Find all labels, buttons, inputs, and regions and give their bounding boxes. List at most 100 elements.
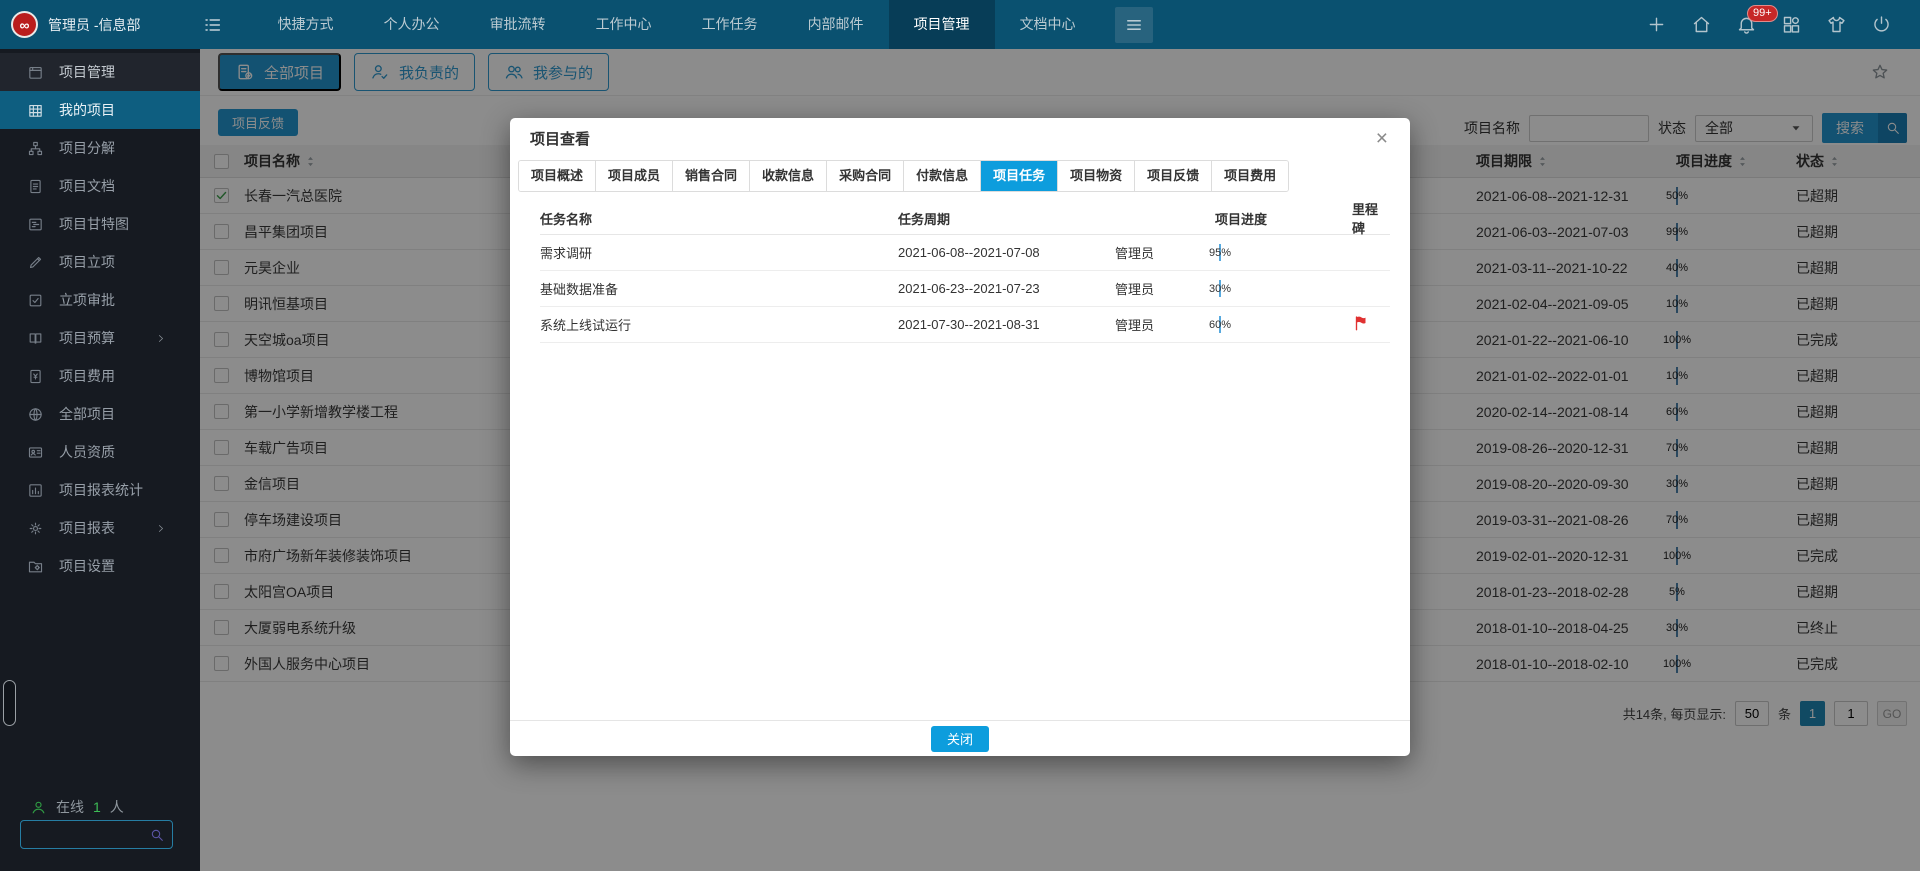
modal-tab-9[interactable]: 项目费用 <box>1212 161 1288 191</box>
nav-item-1[interactable]: 个人办公 <box>359 0 465 49</box>
modal-header: 项目查看 × <box>510 118 1410 158</box>
sidebar-item-8[interactable]: 项目费用 <box>0 357 200 395</box>
task-row[interactable]: 基础数据准备2021-06-23--2021-07-23管理员30% <box>540 271 1390 307</box>
task-name-cell: 系统上线试运行 <box>540 315 898 334</box>
task-owner-cell: 管理员 <box>1115 279 1215 298</box>
sidebar-item-5[interactable]: 项目立项 <box>0 243 200 281</box>
theme-icon[interactable] <box>1826 14 1847 35</box>
sidebar-item-13[interactable]: 项目设置 <box>0 547 200 585</box>
sidebar-collapse-handle[interactable] <box>3 680 16 726</box>
modal-tab-6[interactable]: 项目任务 <box>981 161 1058 191</box>
task-table: 任务名称 任务周期 项目进度 里程碑 需求调研2021-06-08--2021-… <box>540 199 1390 343</box>
sidebar-item-label: 项目文档 <box>59 176 115 196</box>
online-status: 在线 1 人 <box>30 797 124 817</box>
grid2-icon <box>26 102 44 119</box>
task-period-cell: 2021-06-23--2021-07-23 <box>898 281 1115 296</box>
task-milestone-cell <box>1352 314 1390 335</box>
gantt-icon <box>26 216 44 233</box>
nav-item-5[interactable]: 内部邮件 <box>783 0 889 49</box>
doc-icon <box>26 178 44 195</box>
apps-icon[interactable] <box>1781 14 1802 35</box>
sidebar-item-label: 项目报表 <box>59 518 115 538</box>
task-progress-cell: 95% <box>1215 245 1352 260</box>
sidebar-item-3[interactable]: 项目文档 <box>0 167 200 205</box>
sidebar-item-1[interactable]: 我的项目 <box>0 91 200 129</box>
nav-item-0[interactable]: 快捷方式 <box>253 0 359 49</box>
top-navbar: ∞ 管理员 -信息部 快捷方式个人办公审批流转工作中心工作任务内部邮件项目管理文… <box>0 0 1920 49</box>
sidebar-search <box>20 820 173 849</box>
col-task-milestone: 里程碑 <box>1352 199 1390 237</box>
chevron-right-icon <box>151 333 169 344</box>
home-icon[interactable] <box>1691 14 1712 35</box>
sidebar-item-label: 人员资质 <box>59 442 115 462</box>
window-icon <box>26 64 44 81</box>
sidebar-item-label: 项目立项 <box>59 252 115 272</box>
modal-tabs: 项目概述项目成员销售合同收款信息采购合同付款信息项目任务项目物资项目反馈项目费用 <box>518 160 1289 192</box>
bell-icon[interactable]: 99+ <box>1736 14 1757 35</box>
modal-tab-5[interactable]: 付款信息 <box>904 161 981 191</box>
pencil-icon <box>26 254 44 271</box>
sidebar-item-9[interactable]: 全部项目 <box>0 395 200 433</box>
sidebar-item-7[interactable]: 项目预算 <box>0 319 200 357</box>
sidebar-item-label: 立项审批 <box>59 290 115 310</box>
modal-title: 项目查看 <box>530 128 590 149</box>
task-progress-cell: 30% <box>1215 281 1352 296</box>
sidebar-item-11[interactable]: 项目报表统计 <box>0 471 200 509</box>
sidebar-item-10[interactable]: 人员资质 <box>0 433 200 471</box>
id-card-icon <box>26 444 44 461</box>
progress-bar: 95% <box>1219 244 1221 261</box>
menu-toggle-icon[interactable] <box>201 14 223 36</box>
project-view-modal: 项目查看 × 项目概述项目成员销售合同收款信息采购合同付款信息项目任务项目物资项… <box>510 118 1410 756</box>
check-square-icon <box>26 292 44 309</box>
close-icon[interactable]: × <box>1376 128 1390 149</box>
modal-close-button[interactable]: 关闭 <box>931 726 989 752</box>
sidebar-search-input[interactable] <box>21 827 149 842</box>
user-title: 管理员 -信息部 <box>48 15 141 35</box>
online-label: 在线 <box>56 797 84 817</box>
online-count: 1 <box>93 799 101 815</box>
book-icon <box>26 330 44 347</box>
nav-item-3[interactable]: 工作中心 <box>571 0 677 49</box>
app-logo: ∞ <box>11 11 38 38</box>
chevron-right-icon <box>151 523 169 534</box>
more-menu-button[interactable] <box>1115 7 1153 43</box>
online-user-icon <box>30 799 47 816</box>
col-task-name: 任务名称 <box>540 209 898 228</box>
gear-icon <box>26 520 44 537</box>
modal-tab-7[interactable]: 项目物资 <box>1058 161 1135 191</box>
modal-tab-4[interactable]: 采购合同 <box>827 161 904 191</box>
modal-tab-3[interactable]: 收款信息 <box>750 161 827 191</box>
sidebar-item-6[interactable]: 立项审批 <box>0 281 200 319</box>
task-name-cell: 需求调研 <box>540 243 898 262</box>
task-table-header: 任务名称 任务周期 项目进度 里程碑 <box>540 199 1390 235</box>
modal-tab-1[interactable]: 项目成员 <box>596 161 673 191</box>
sidebar-item-label: 项目设置 <box>59 556 115 576</box>
plus-icon[interactable] <box>1646 14 1667 35</box>
nav-item-2[interactable]: 审批流转 <box>465 0 571 49</box>
sidebar-item-label: 全部项目 <box>59 404 115 424</box>
task-progress-cell: 60% <box>1215 317 1352 332</box>
nav-item-7[interactable]: 文档中心 <box>995 0 1101 49</box>
col-task-progress: 项目进度 <box>1215 209 1352 228</box>
online-unit: 人 <box>110 797 124 817</box>
modal-tab-8[interactable]: 项目反馈 <box>1135 161 1212 191</box>
task-row[interactable]: 需求调研2021-06-08--2021-07-08管理员95% <box>540 235 1390 271</box>
modal-tab-2[interactable]: 销售合同 <box>673 161 750 191</box>
modal-footer: 关闭 <box>510 720 1410 756</box>
power-icon[interactable] <box>1871 14 1892 35</box>
sidebar-item-label: 项目分解 <box>59 138 115 158</box>
sidebar-item-0[interactable]: 项目管理 <box>0 53 200 91</box>
task-row[interactable]: 系统上线试运行2021-07-30--2021-08-31管理员60% <box>540 307 1390 343</box>
nav-item-4[interactable]: 工作任务 <box>677 0 783 49</box>
sidebar-item-12[interactable]: 项目报表 <box>0 509 200 547</box>
milestone-flag-icon <box>1352 314 1370 332</box>
nav-item-6[interactable]: 项目管理 <box>889 0 995 49</box>
progress-bar: 60% <box>1219 316 1221 333</box>
search-icon[interactable] <box>149 827 165 843</box>
sidebar-item-label: 项目甘特图 <box>59 214 129 234</box>
navbar-actions: 99+ <box>1646 14 1920 35</box>
sidebar-item-4[interactable]: 项目甘特图 <box>0 205 200 243</box>
sidebar-item-2[interactable]: 项目分解 <box>0 129 200 167</box>
money-doc-icon <box>26 368 44 385</box>
modal-tab-0[interactable]: 项目概述 <box>519 161 596 191</box>
